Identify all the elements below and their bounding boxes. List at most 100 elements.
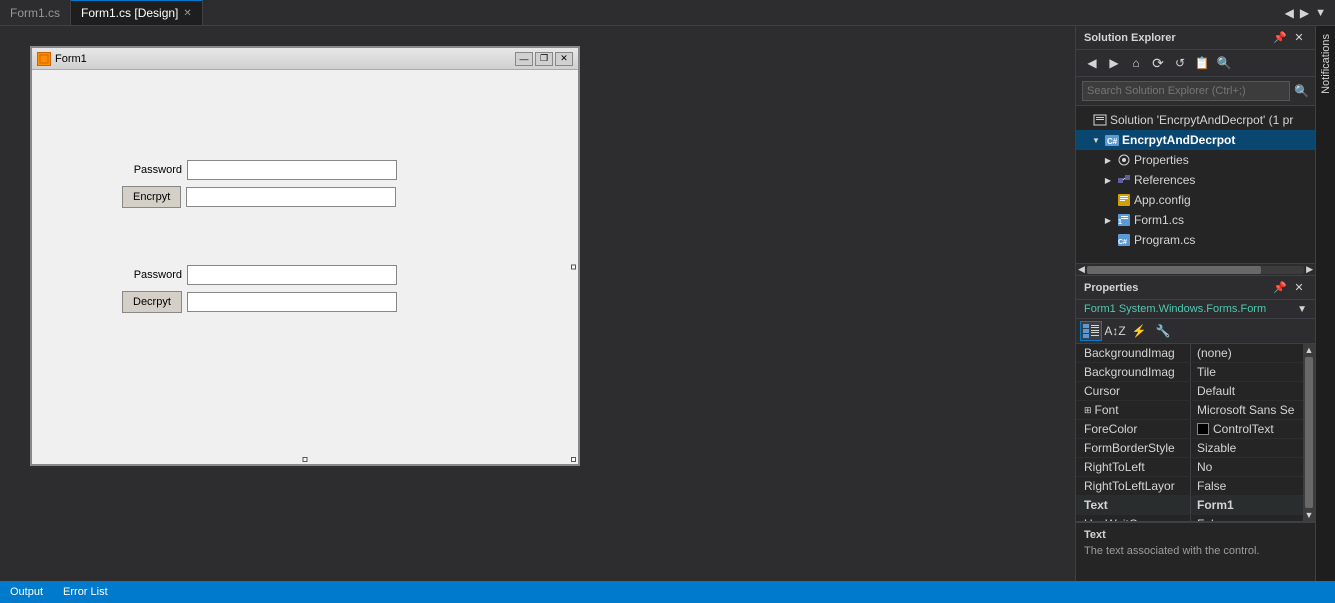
encrypt-output-input[interactable] [186,187,396,207]
password-input-2[interactable] [187,265,397,285]
props-categorized-btn[interactable] [1080,321,1102,341]
tree-label-solution: Solution 'EncrpytAndDecrpot' (1 pr [1110,113,1293,127]
properties-description: Text The text associated with the contro… [1076,521,1315,581]
props-pin-icon[interactable]: 📌 [1272,280,1288,296]
se-tree-view[interactable]: Solution 'EncrpytAndDecrpot' (1 pr ▼ C# … [1076,106,1315,263]
prop-value-formborderstyle[interactable]: Sizable [1191,439,1303,457]
form-close-btn[interactable]: ✕ [555,52,573,66]
se-toolbar: ◀ ▶ ⌂ ⟳ ↺ 📋 🔍 [1076,50,1315,77]
tab-form1cs[interactable]: Form1.cs [0,0,71,25]
password-input-1[interactable] [187,160,397,180]
se-close-icon[interactable]: ✕ [1291,30,1307,46]
close-tab-icon[interactable]: ✕ [183,8,191,19]
tree-form1cs[interactable]: ▶ 1 Form1.cs [1076,210,1315,230]
prop-value-righttoleft[interactable]: No [1191,458,1303,476]
se-sync-icon[interactable]: ⟳ [1148,53,1168,73]
properties-title: Properties [1084,282,1138,294]
svg-text:C#: C# [1107,137,1118,146]
props-subject-type: System.Windows.Forms.Form [1119,303,1266,315]
solution-explorer-header: Solution Explorer 📌 ✕ [1076,26,1315,50]
tab-dropdown-icon[interactable]: ▼ [1312,7,1329,19]
se-search-submit-icon[interactable]: 🔍 [1294,84,1309,98]
prop-value-cursor[interactable]: Default [1191,382,1303,400]
notifications-panel: Notifications [1315,26,1335,581]
props-close-icon[interactable]: ✕ [1291,280,1307,296]
tree-label-references: References [1134,173,1195,187]
prop-value-righttoleftlayout[interactable]: False [1191,477,1303,495]
prop-row-righttoleftlayout: RightToLeftLayor False [1076,477,1303,496]
solution-explorer-title: Solution Explorer [1084,32,1176,44]
tree-arrow-references: ▶ [1102,174,1114,186]
tab-form1cs-label: Form1.cs [10,6,60,20]
tab-scroll-right-icon[interactable]: ▶ [1297,6,1312,20]
props-events-btn[interactable]: ⚡ [1128,321,1150,341]
decrypt-button[interactable]: Decrpyt [122,291,182,313]
se-copy-icon[interactable]: 📋 [1192,53,1212,73]
form-app-icon [37,52,51,66]
prop-value-backgroundimag1[interactable]: (none) [1191,344,1303,362]
form-minimize-btn[interactable]: — [515,52,533,66]
password-label-2: Password [122,269,182,281]
props-scroll-down-icon[interactable]: ▼ [1305,510,1314,520]
prop-name-backgroundimag2: BackgroundImag [1076,363,1191,381]
tree-programcs[interactable]: C# Program.cs [1076,230,1315,250]
prop-name-cursor: Cursor [1076,382,1191,400]
tree-label-programcs: Program.cs [1134,233,1195,247]
se-hscroll-left-icon[interactable]: ◀ [1078,264,1085,275]
status-error-list[interactable]: Error List [63,586,108,598]
prop-row-text: Text Form1 [1076,496,1303,515]
se-home-icon[interactable]: ⌂ [1126,53,1146,73]
prop-name-forecolor: ForeColor [1076,420,1191,438]
prop-value-backgroundimag2[interactable]: Tile [1191,363,1303,381]
se-pin-icon[interactable]: 📌 [1272,30,1288,46]
properties-subject: Form1 System.Windows.Forms.Form [1084,303,1266,315]
se-back-icon[interactable]: ◀ [1082,53,1102,73]
prop-name-formborderstyle: FormBorderStyle [1076,439,1191,457]
prop-value-forecolor[interactable]: ControlText [1191,420,1303,438]
tree-solution[interactable]: Solution 'EncrpytAndDecrpot' (1 pr [1076,110,1315,130]
se-search-row: 🔍 [1076,77,1315,106]
se-search-input[interactable] [1082,81,1290,101]
tree-label-form1cs: Form1.cs [1134,213,1184,227]
props-settings-btn[interactable]: 🔧 [1152,321,1174,341]
tree-arrow-properties: ▶ [1102,154,1114,166]
status-output[interactable]: Output [10,586,43,598]
tab-bar: Form1.cs Form1.cs [Design] ✕ ◀ ▶ ▼ [0,0,1335,26]
tree-icon-appconfig [1117,193,1131,207]
se-search-icon[interactable]: 🔍 [1214,53,1234,73]
props-subject-dropdown-icon[interactable]: ▼ [1297,304,1307,315]
tree-references[interactable]: ▶ References [1076,170,1315,190]
tab-scroll-left-icon[interactable]: ◀ [1282,6,1297,20]
tree-arrow-project: ▼ [1090,134,1102,146]
solution-explorer: Solution Explorer 📌 ✕ ◀ ▶ ⌂ ⟳ ↺ 📋 🔍 🔍 [1076,26,1315,276]
tree-project[interactable]: ▼ C# EncrpytAndDecrpot [1076,130,1315,150]
props-alphabetical-btn[interactable]: A↕Z [1104,321,1126,341]
form-titlebar: Form1 — ❐ ✕ [32,48,578,70]
prop-value-usewaitcursor[interactable]: False [1191,515,1303,521]
props-scroll-up-icon[interactable]: ▲ [1305,345,1314,355]
svg-text:1: 1 [1118,219,1122,226]
notifications-label[interactable]: Notifications [1320,34,1332,94]
prop-value-font[interactable]: Microsoft Sans Se [1191,401,1303,419]
prop-row-cursor: Cursor Default [1076,382,1303,401]
resize-handle-bottomright[interactable] [571,457,576,462]
right-panel: Solution Explorer 📌 ✕ ◀ ▶ ⌂ ⟳ ↺ 📋 🔍 🔍 [1075,26,1315,581]
form-restore-btn[interactable]: ❐ [535,52,553,66]
se-refresh-icon[interactable]: ↺ [1170,53,1190,73]
resize-handle-bottom[interactable] [303,457,308,462]
se-hscroll-right-icon[interactable]: ▶ [1306,264,1313,275]
decrypt-output-input[interactable] [187,292,397,312]
tree-properties[interactable]: ▶ Properties [1076,150,1315,170]
resize-handle-right[interactable] [571,265,576,270]
password-label-1: Password [122,164,182,176]
se-forward-icon[interactable]: ▶ [1104,53,1124,73]
form-designer[interactable]: Form1 — ❐ ✕ Password Encrpyt [30,46,580,466]
tree-appconfig[interactable]: App.config [1076,190,1315,210]
tree-arrow-appconfig [1102,194,1114,206]
tab-form1design[interactable]: Form1.cs [Design] ✕ [71,0,203,25]
encrypt-button[interactable]: Encrpyt [122,186,181,208]
status-bar: Output Error List [0,581,1335,603]
prop-value-text[interactable]: Form1 [1191,496,1303,514]
svg-text:C#: C# [1118,239,1127,246]
prop-expand-font[interactable]: ⊞ [1084,405,1092,416]
